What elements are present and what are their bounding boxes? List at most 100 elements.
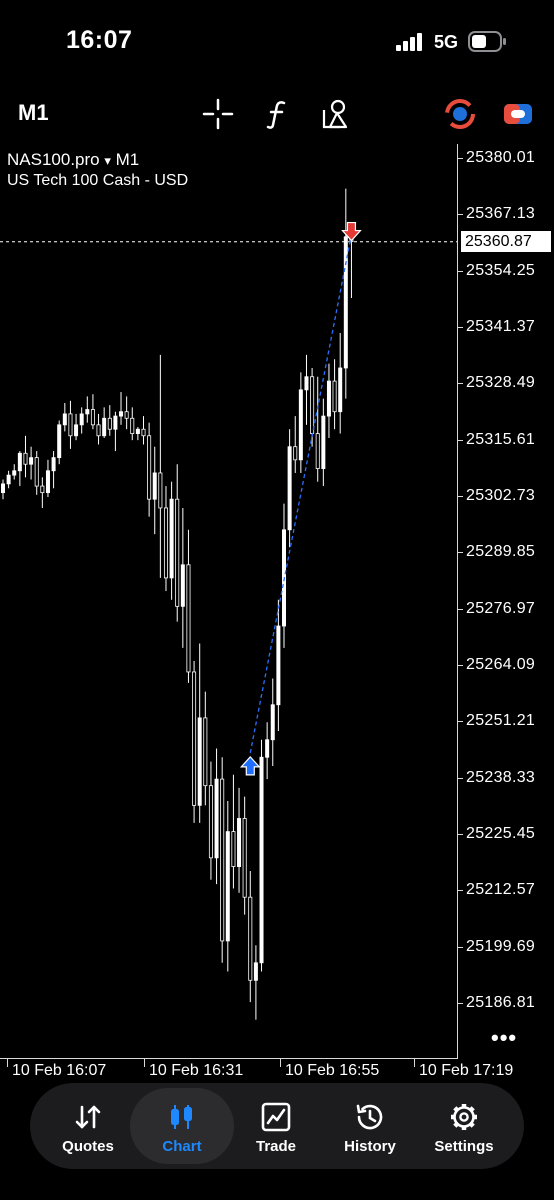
timeframe-button[interactable]: M1 <box>18 100 49 126</box>
tab-quotes[interactable]: Quotes <box>40 1088 136 1164</box>
objects-button[interactable] <box>318 96 354 132</box>
candle-body <box>23 452 28 465</box>
toggle-app-button[interactable] <box>500 96 536 132</box>
symbol-name: NAS100.pro <box>7 150 100 169</box>
candle-body <box>304 376 309 391</box>
price-tick-label: 25380.01 <box>466 149 536 166</box>
candle-body <box>17 452 22 472</box>
price-tick-label: 25238.33 <box>466 768 536 786</box>
price-tick-mark <box>458 270 463 272</box>
candle-body <box>12 470 17 476</box>
indicators-button[interactable] <box>260 96 296 132</box>
tab-history-label: History <box>344 1138 396 1155</box>
price-tick-mark <box>458 495 463 497</box>
candle-body <box>51 457 56 472</box>
candle-body <box>96 424 101 437</box>
price-tick-mark <box>458 439 463 441</box>
candle-body <box>175 498 180 607</box>
quotes-arrows-icon <box>75 1105 101 1129</box>
tab-settings[interactable]: Settings <box>416 1088 512 1164</box>
candle-body <box>203 717 208 787</box>
candle-body <box>169 498 174 579</box>
trade-chart-icon <box>261 1102 291 1132</box>
price-tick-label: 25212.57 <box>466 881 536 899</box>
time-tick-label: 10 Feb 16:55 <box>285 1062 380 1079</box>
candle-body <box>119 411 124 417</box>
candle-body <box>57 424 62 459</box>
chart-more-button[interactable]: ••• <box>491 1025 517 1051</box>
network-type: 5G <box>434 32 459 52</box>
price-tick-mark <box>458 383 463 385</box>
time-tick-mark <box>414 1059 415 1067</box>
tab-chart[interactable]: Chart <box>134 1088 230 1164</box>
candle-body <box>315 433 320 469</box>
trade-connector-line <box>249 234 353 753</box>
signal-strength-icon <box>396 33 422 51</box>
price-tick-label: 25315.61 <box>466 430 536 448</box>
price-tick-mark <box>458 833 463 835</box>
candle-body <box>276 625 281 706</box>
candle-body <box>68 413 73 437</box>
candle-body <box>231 831 236 867</box>
candle-body <box>147 435 152 500</box>
crosshair-icon <box>202 98 234 130</box>
candle-body <box>321 415 326 469</box>
candle-body <box>107 417 112 430</box>
candle-body <box>326 380 331 417</box>
candle-body <box>158 472 163 509</box>
symbol-header[interactable]: NAS100.pro ▾ M1 <box>7 150 139 170</box>
candle-body <box>6 474 11 485</box>
time-tick-mark <box>144 1059 145 1067</box>
candle-body <box>293 446 298 461</box>
candlestick-plot[interactable] <box>0 145 457 1058</box>
candle-body <box>225 831 230 942</box>
price-tick-label: 25199.69 <box>466 937 536 955</box>
candles-icon <box>171 1105 192 1129</box>
price-tick-label: 25354.25 <box>466 261 536 279</box>
price-tick-label: 25276.97 <box>466 599 536 617</box>
candle-body <box>192 671 197 806</box>
battery-icon <box>468 31 506 52</box>
gear-icon <box>451 1104 477 1130</box>
candle-body <box>310 376 315 434</box>
candle-body <box>141 428 146 437</box>
price-tick-mark <box>458 721 463 723</box>
candle-body <box>90 409 95 426</box>
function-icon <box>266 101 286 129</box>
candle-body <box>102 417 107 437</box>
candle-body <box>253 962 258 981</box>
candle-body <box>45 470 50 494</box>
candle-body <box>29 457 34 465</box>
tab-trade-label: Trade <box>255 1138 297 1155</box>
candle-body <box>248 896 253 981</box>
status-time: 16:07 <box>66 26 133 54</box>
tab-chart-label: Chart <box>162 1138 202 1155</box>
candle-body <box>259 756 264 964</box>
trading-app-button[interactable] <box>442 96 478 132</box>
price-tick-label: 25289.85 <box>466 543 536 561</box>
price-tick-label: 25302.73 <box>466 486 536 504</box>
candle-body <box>0 483 6 494</box>
price-tick-label: 25225.45 <box>466 824 536 842</box>
tab-history[interactable]: History <box>322 1088 418 1164</box>
tab-settings-label: Settings <box>434 1138 494 1155</box>
time-tick-label: 10 Feb 16:31 <box>149 1062 244 1079</box>
candle-body <box>40 485 45 494</box>
price-tick-mark <box>458 214 463 216</box>
time-tick-mark <box>280 1059 281 1067</box>
current-price-tag: 25360.87 <box>461 231 551 252</box>
price-tick-label: 25367.13 <box>466 205 536 223</box>
candle-body <box>186 564 191 673</box>
candle-body <box>298 389 303 461</box>
price-tick-mark <box>458 158 463 159</box>
candle-body <box>270 704 275 741</box>
tab-trade[interactable]: Trade <box>228 1088 324 1164</box>
price-tick-label: 25328.49 <box>466 374 536 392</box>
price-tick-mark <box>458 552 463 554</box>
toggle-app-icon <box>504 104 532 124</box>
crosshair-button[interactable] <box>200 96 236 132</box>
candle-body <box>152 472 157 500</box>
candle-body <box>237 818 242 867</box>
price-tick-mark <box>458 326 463 328</box>
candle-body <box>338 367 343 413</box>
